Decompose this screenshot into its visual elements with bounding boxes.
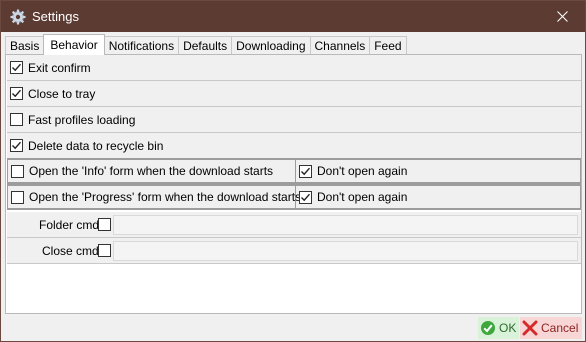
x-icon (522, 320, 538, 336)
tab-notifications[interactable]: Notifications (103, 36, 180, 55)
close-cmd-label: Close cmd (42, 244, 99, 258)
ok-label: OK (499, 321, 517, 335)
title-bar: Settings (1, 1, 585, 32)
progress-form-label: Open the 'Progress' form when the downlo… (29, 190, 302, 204)
fast-profiles-label: Fast profiles loading (28, 112, 136, 127)
tab-feed[interactable]: Feed (369, 36, 407, 55)
window-title: Settings (32, 9, 79, 24)
close-cmd-row: Close cmd (7, 238, 581, 264)
tab-defaults[interactable]: Defaults (178, 36, 233, 55)
info-form-checkbox[interactable] (11, 164, 24, 178)
behavior-panel: Exit confirm Close to tray Fast profiles… (5, 54, 582, 314)
info-dont-open-checkbox[interactable] (299, 164, 312, 178)
close-to-tray-checkbox[interactable] (10, 87, 23, 100)
close-to-tray-label: Close to tray (28, 86, 96, 101)
close-cmd-input[interactable] (113, 241, 578, 261)
progress-dont-open-checkbox[interactable] (299, 190, 312, 204)
delete-recycle-label: Delete data to recycle bin (28, 138, 164, 153)
ok-button[interactable]: OK (478, 317, 519, 339)
info-form-label: Open the 'Info' form when the download s… (29, 164, 274, 178)
fast-profiles-row[interactable]: Fast profiles loading (7, 107, 581, 133)
folder-cmd-input[interactable] (113, 215, 578, 235)
settings-window: Settings Basis Behavior Notifications De… (0, 0, 586, 342)
delete-recycle-checkbox[interactable] (10, 139, 23, 152)
info-form-option[interactable]: Open the 'Info' form when the download s… (8, 160, 296, 182)
folder-cmd-checkbox[interactable] (98, 218, 111, 231)
progress-dont-open-label: Don't open again (317, 190, 408, 204)
tab-basis[interactable]: Basis (5, 36, 45, 55)
cancel-button[interactable]: Cancel (520, 317, 582, 339)
tab-behavior[interactable]: Behavior (43, 34, 105, 55)
check-circle-icon (481, 321, 495, 335)
delete-recycle-row[interactable]: Delete data to recycle bin (7, 133, 581, 159)
folder-cmd-row: Folder cmd (7, 212, 581, 238)
tab-downloading[interactable]: Downloading (231, 36, 311, 55)
info-dont-open-label: Don't open again (317, 164, 408, 178)
tab-strip: Basis Behavior Notifications Defaults Do… (5, 34, 581, 55)
info-form-row: Open the 'Info' form when the download s… (7, 158, 581, 184)
close-to-tray-row[interactable]: Close to tray (7, 81, 581, 107)
progress-form-option[interactable]: Open the 'Progress' form when the downlo… (8, 186, 301, 208)
progress-form-row: Open the 'Progress' form when the downlo… (7, 184, 581, 210)
gear-icon (10, 9, 26, 24)
exit-confirm-label: Exit confirm (28, 60, 91, 75)
info-dont-open-option[interactable]: Don't open again (296, 160, 579, 182)
close-cmd-checkbox[interactable] (98, 244, 111, 257)
fast-profiles-checkbox[interactable] (10, 113, 23, 126)
progress-form-checkbox[interactable] (11, 190, 24, 204)
cancel-label: Cancel (541, 321, 579, 335)
exit-confirm-checkbox[interactable] (10, 61, 23, 74)
close-button[interactable] (539, 1, 585, 32)
progress-dont-open-option[interactable]: Don't open again (296, 186, 579, 208)
folder-cmd-label: Folder cmd (39, 218, 100, 232)
exit-confirm-row[interactable]: Exit confirm (7, 55, 581, 81)
tab-channels[interactable]: Channels (309, 36, 371, 55)
close-icon (556, 11, 568, 22)
